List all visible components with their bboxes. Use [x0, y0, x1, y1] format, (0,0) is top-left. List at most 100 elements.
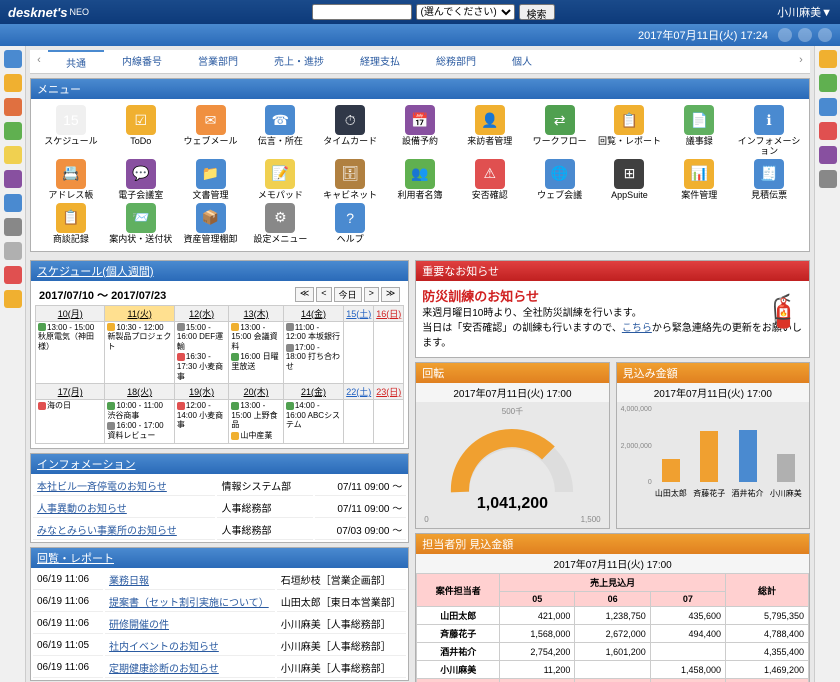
left-sidebar [0, 46, 26, 682]
menu-インフォメーション[interactable]: ℹインフォメーション [735, 105, 803, 157]
menu-panel: メニュー 15スケジュール☑ToDo✉ウェブメール☎伝言・所在⏱タイムカード📅設… [30, 78, 810, 252]
side-save-icon[interactable] [4, 242, 22, 260]
top-bar: desknet's NEO (選んでください) 検索 小川麻美▼ [0, 0, 840, 24]
tab-prev[interactable]: ‹ [30, 50, 48, 73]
report-title[interactable]: 回覧・レポート [37, 550, 114, 566]
nav-btn[interactable]: < [316, 287, 331, 302]
side-reserve-icon[interactable] [4, 170, 22, 188]
schedule-panel: スケジュール(個人週間) 2017/07/10 ～ 2017/07/23 ≪<今… [30, 260, 409, 449]
menu-商談記録[interactable]: 📋商談記録 [37, 203, 105, 245]
side-flow-icon[interactable] [4, 122, 22, 140]
r-icon-1[interactable] [819, 50, 837, 68]
notice-title: 重要なお知らせ [422, 263, 499, 279]
menu-AppSuite[interactable]: ⊞AppSuite [596, 159, 664, 201]
tab-3[interactable]: 売上・進捗 [256, 50, 342, 73]
side-mail-icon[interactable] [4, 98, 22, 116]
bar-time: 2017年07月11日(火) 17:00 [617, 383, 809, 402]
r-icon-4[interactable] [819, 122, 837, 140]
notice-panel: 重要なお知らせ 防災訓練のお知らせ 来週月曜日10時より、全社防災訓練を行います… [415, 260, 810, 359]
gauge-value: 1,041,200 [447, 495, 577, 513]
r-icon-6[interactable] [819, 170, 837, 188]
gauge-time: 2017年07月11日(火) 17:00 [416, 383, 608, 402]
user-menu[interactable]: 小川麻美▼ [777, 4, 832, 20]
menu-ワークフロー[interactable]: ⇄ワークフロー [526, 105, 594, 157]
menu-安否確認[interactable]: ⚠安否確認 [456, 159, 524, 201]
current-datetime: 2017年07月11日(火) 17:24 [638, 27, 768, 43]
logo-sub: NEO [69, 7, 89, 17]
info-title[interactable]: インフォメーション [37, 456, 135, 472]
menu-見積伝票[interactable]: 🧾見積伝票 [735, 159, 803, 201]
r-icon-3[interactable] [819, 98, 837, 116]
schedule-range: 2017/07/10 ～ 2017/07/23 [39, 287, 166, 303]
menu-キャビネット[interactable]: 🗄キャビネット [316, 159, 384, 201]
bar [777, 454, 795, 482]
bar [700, 431, 718, 482]
search-button[interactable]: 検索 [519, 4, 555, 20]
tab-bar: ‹ 共通内線番号営業部門売上・進捗経理支払総務部門個人 › [30, 50, 810, 74]
menu-案件管理[interactable]: 📊案件管理 [665, 159, 733, 201]
nav-btn[interactable]: ≪ [295, 287, 314, 302]
right-sidebar [814, 46, 840, 682]
r-icon-2[interactable] [819, 74, 837, 92]
side-help-icon[interactable] [4, 290, 22, 308]
report-panel: 回覧・レポート 06/19 11:06業務日報石垣紗枝［営業企画部］06/19 … [30, 547, 409, 681]
menu-ウェブメール[interactable]: ✉ウェブメール [177, 105, 245, 157]
fire-extinguisher-icon: 🧯 [763, 287, 803, 335]
side-folder-icon[interactable] [4, 218, 22, 236]
menu-伝言・所在[interactable]: ☎伝言・所在 [246, 105, 314, 157]
menu-ヘルプ[interactable]: ?ヘルプ [316, 203, 384, 245]
menu-メモパッド[interactable]: 📝メモパッド [246, 159, 314, 201]
tab-1[interactable]: 内線番号 [104, 50, 180, 73]
nav-btn[interactable]: 今日 [334, 287, 362, 302]
menu-ToDo[interactable]: ☑ToDo [107, 105, 175, 157]
menu-アドレス帳[interactable]: 📇アドレス帳 [37, 159, 105, 201]
notice-line1: 来週月曜日10時より、全社防災訓練を行います。 [422, 306, 803, 321]
menu-設備予約[interactable]: 📅設備予約 [386, 105, 454, 157]
tab-6[interactable]: 個人 [494, 50, 550, 73]
bar [662, 459, 680, 483]
notice-headline: 防災訓練のお知らせ [422, 287, 803, 307]
date-bar: 2017年07月11日(火) 17:24 [0, 24, 840, 46]
gauge-chart: 1,041,200 [447, 427, 577, 497]
r-icon-5[interactable] [819, 146, 837, 164]
nav-btn[interactable]: ≫ [381, 287, 400, 302]
info-panel: インフォメーション 本社ビル一斉停電のお知らせ情報システム部07/11 09:0… [30, 453, 409, 543]
globe-icon[interactable] [818, 28, 832, 42]
menu-タイムカード[interactable]: ⏱タイムカード [316, 105, 384, 157]
menu-電子会議室[interactable]: 💬電子会議室 [107, 159, 175, 201]
menu-資産管理棚卸[interactable]: 📦資産管理棚卸 [177, 203, 245, 245]
side-memo-icon[interactable] [4, 146, 22, 164]
side-alert-icon[interactable] [4, 266, 22, 284]
side-todo-icon[interactable] [4, 74, 22, 92]
menu-文書管理[interactable]: 📁文書管理 [177, 159, 245, 201]
notice-link[interactable]: こちら [622, 323, 652, 334]
side-info-icon[interactable] [4, 194, 22, 212]
bar-title: 見込み金額 [623, 365, 678, 381]
menu-利用者名簿[interactable]: 👥利用者名簿 [386, 159, 454, 201]
logo: desknet's [8, 5, 67, 20]
notify-icon[interactable] [798, 28, 812, 42]
search-input[interactable] [312, 4, 412, 20]
menu-ウェブ会議[interactable]: 🌐ウェブ会議 [526, 159, 594, 201]
gauge-title: 回転 [422, 365, 444, 381]
tab-4[interactable]: 経理支払 [342, 50, 418, 73]
menu-回覧・レポート[interactable]: 📋回覧・レポート [596, 105, 664, 157]
menu-スケジュール[interactable]: 15スケジュール [37, 105, 105, 157]
menu-議事録[interactable]: 📄議事録 [665, 105, 733, 157]
nav-btn[interactable]: > [364, 287, 379, 302]
menu-title: メニュー [37, 81, 81, 97]
side-schedule-icon[interactable] [4, 50, 22, 68]
tab-next[interactable]: › [792, 50, 810, 73]
schedule-title[interactable]: スケジュール(個人週間) [37, 263, 154, 279]
menu-来訪者管理[interactable]: 👤来訪者管理 [456, 105, 524, 157]
gauge-panel: 回転 2017年07月11日(火) 17:00 500千 1,041,200 0… [415, 362, 609, 529]
tab-0[interactable]: 共通 [48, 50, 104, 73]
bar-panel: 見込み金額 2017年07月11日(火) 17:00 4,000,0002,00… [616, 362, 810, 529]
menu-設定メニュー[interactable]: ⚙設定メニュー [246, 203, 314, 245]
tab-2[interactable]: 営業部門 [180, 50, 256, 73]
menu-案内状・送付状[interactable]: 📨案内状・送付状 [107, 203, 175, 245]
antenna-icon[interactable] [778, 28, 792, 42]
search-scope-select[interactable]: (選んでください) [416, 4, 515, 20]
tab-5[interactable]: 総務部門 [418, 50, 494, 73]
bar [739, 430, 757, 482]
